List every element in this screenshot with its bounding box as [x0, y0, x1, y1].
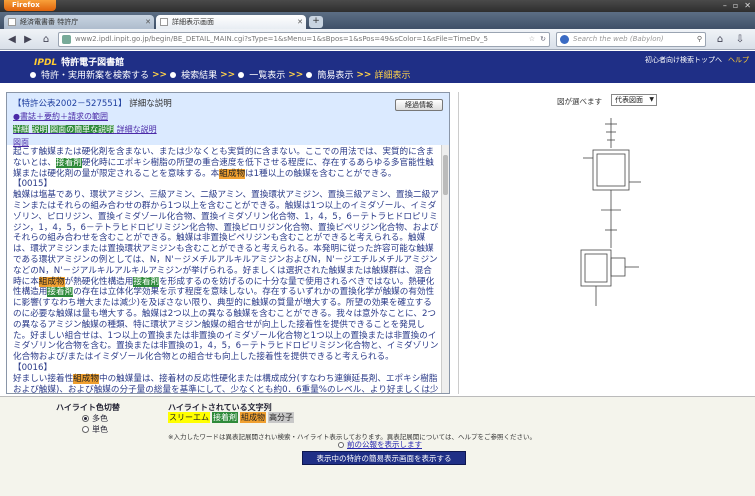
new-tab-button[interactable]: + — [309, 16, 323, 28]
page-icon — [8, 18, 16, 26]
home-page-icon[interactable]: ⌂ — [712, 32, 728, 47]
breadcrumb-simple[interactable]: 簡易表示 — [317, 68, 353, 81]
highlighted-terms: スリーエム 接着剤 組成物 高分子 — [168, 412, 294, 423]
close-window-icon[interactable]: ✕ — [744, 1, 751, 11]
tab-close-icon[interactable]: ✕ — [145, 15, 151, 29]
radio-button-icon[interactable] — [82, 426, 89, 433]
breadcrumb-separator: >> — [288, 69, 304, 80]
progress-info-button[interactable]: 経過情報 — [395, 99, 443, 111]
figure-select[interactable]: 代表図面 ▼ — [611, 94, 657, 106]
paragraph-label: 【0015】 — [13, 179, 53, 190]
breadcrumb-results[interactable]: 検索結果 — [181, 68, 217, 81]
document-body: 起こす触媒または硬化剤を含まない、または少なくとも実質的に含まない。ここでの用法… — [7, 145, 449, 394]
address-bar[interactable]: www2.ipdl.inpit.go.jp/begin/BE_DETAIL_MA… — [58, 32, 550, 47]
tab-label: 詳細表示画面 — [172, 18, 214, 26]
minimize-icon[interactable]: – — [723, 1, 727, 11]
breadcrumb-current: 詳細表示 — [374, 71, 411, 81]
tab-bar: 経済電書番 特許庁 ✕ 詳細表示画面 ✕ + — [0, 12, 755, 29]
explanation-link[interactable]: 説明 — [31, 125, 48, 134]
back-arrow-icon[interactable]: ◀ — [4, 32, 20, 47]
chevron-down-icon: ▼ — [649, 96, 654, 103]
paragraph: 起こす触媒または硬化剤を含まない、または少なくとも実質的に含まない。ここでの用法… — [13, 147, 434, 179]
detail-links: 詳細 説明 図面の簡単な説明 詳細な説明 — [13, 124, 443, 135]
document-header: 【特許公表2002－527551】 詳細な説明 ●書誌＋要約＋請求の範囲 詳細 … — [7, 93, 449, 147]
breadcrumb-separator: >> — [356, 69, 372, 80]
browser-tab-patent-office[interactable]: 経済電書番 特許庁 ✕ — [4, 15, 154, 29]
document-title: 【特許公表2002－527551】 詳細な説明 — [13, 99, 172, 109]
site-header: IPDL 特許電子図書館 初心者向け検索トップへ ヘルプ 特許・実用新案を検索する… — [0, 51, 755, 83]
detail-prefix-link[interactable]: 詳細 — [13, 125, 29, 134]
maximize-icon[interactable]: ▫ — [733, 1, 738, 11]
breadcrumb-list[interactable]: 一覧表示 — [249, 68, 285, 81]
breadcrumb-search[interactable]: 特許・実用新案を検索する — [41, 68, 149, 81]
bookmark-star-icon[interactable]: ☆ — [529, 33, 535, 46]
radio-button-icon[interactable] — [82, 415, 89, 422]
term-badge: 接着剤 — [212, 412, 238, 423]
bibliography-link[interactable]: ●書誌＋要約＋請求の範囲 — [13, 111, 443, 122]
paragraph: 好ましい接着性組成物中の触媒量は、接着材の反応性硬化または構成成分(すなわち連鎖… — [13, 373, 439, 394]
highlight-control-bar: ハイライト色切替 多色 単色 ハイライトされている文字列 スリーエム 接着剤 組… — [0, 396, 755, 496]
beginner-search-link[interactable]: 初心者向け検索トップへ — [645, 55, 722, 65]
radio-monochrome[interactable]: 単色 — [82, 424, 108, 435]
downloads-icon[interactable]: ⇩ — [732, 32, 748, 47]
patent-drawing — [580, 118, 641, 306]
header-links: 初心者向け検索トップへ ヘルプ — [645, 55, 749, 65]
page-icon — [160, 18, 168, 26]
reload-icon[interactable]: ↻ — [540, 33, 546, 46]
forward-arrow-icon[interactable]: ▶ — [20, 32, 36, 47]
term-badge: 組成物 — [240, 412, 266, 423]
figure-brief-link[interactable]: 図面の簡単な説明 — [50, 125, 115, 134]
term-badge: 高分子 — [268, 412, 294, 423]
paragraph-label: 【0016】 — [13, 362, 53, 373]
url-text: www2.ipdl.inpit.go.jp/begin/BE_DETAIL_MA… — [75, 35, 488, 43]
web-search-input[interactable]: Search the web (Babylon) ⚲ — [556, 32, 706, 47]
bullet-icon — [306, 71, 313, 78]
show-simple-view-button[interactable]: 表示中の特許の簡易表示画面を表示する — [302, 451, 466, 465]
bullet-icon — [170, 71, 177, 78]
search-engine-icon[interactable] — [560, 35, 569, 44]
breadcrumb: 特許・実用新案を検索する >> 検索結果 >> 一覧表示 >> 簡易表示 >> … — [30, 68, 410, 81]
document-panel: 【特許公表2002－527551】 詳細な説明 ●書誌＋要約＋請求の範囲 詳細 … — [6, 92, 450, 394]
term-badge: スリーエム — [168, 412, 210, 423]
figure-select-label: 図が選べます — [557, 97, 602, 106]
search-icon[interactable]: ⚲ — [697, 33, 702, 46]
browser-tab-detail-view[interactable]: 詳細表示画面 ✕ — [156, 15, 306, 29]
title-bar: Firefox – ▫ ✕ — [0, 0, 755, 12]
navigation-toolbar: ◀ ▶ ⌂ www2.ipdl.inpit.go.jp/begin/BE_DET… — [0, 29, 755, 50]
tab-close-icon[interactable]: ✕ — [297, 15, 303, 29]
home-icon[interactable]: ⌂ — [38, 32, 54, 47]
browser-window: Firefox – ▫ ✕ 経済電書番 特許庁 ✕ 詳細表示画面 ✕ + ◀ ▶… — [0, 0, 755, 496]
search-placeholder: Search the web (Babylon) — [573, 35, 664, 43]
help-link[interactable]: ヘルプ — [728, 55, 749, 65]
previous-gazette-link[interactable]: 前の公報を表示します — [338, 439, 422, 450]
firefox-menu-button[interactable]: Firefox — [4, 0, 56, 11]
document-scrollbar[interactable] — [441, 145, 449, 393]
breadcrumb-separator: >> — [220, 69, 236, 80]
highlight-color-title: ハイライト色切替 — [56, 403, 120, 412]
site-identity-icon[interactable] — [62, 35, 71, 44]
radio-button-icon[interactable] — [338, 441, 344, 448]
figure-panel: 図が選べます 代表図面 ▼ — [458, 92, 750, 394]
bullet-icon — [30, 71, 36, 78]
site-logo[interactable]: IPDL 特許電子図書館 — [34, 55, 124, 68]
breadcrumb-separator: >> — [152, 69, 168, 80]
scrollbar-thumb[interactable] — [443, 155, 448, 195]
paragraph: 触媒は塩基であり、環状アミジン、三級アミン、二級アミン、置換環状アミジン、置換三… — [13, 190, 439, 363]
window-controls: – ▫ ✕ — [723, 1, 751, 11]
tab-label: 経済電書番 特許庁 — [20, 18, 79, 26]
bullet-icon — [238, 71, 245, 78]
detailed-explanation-link[interactable]: 詳細な説明 — [117, 125, 157, 134]
radio-multicolor[interactable]: 多色 — [82, 413, 108, 424]
